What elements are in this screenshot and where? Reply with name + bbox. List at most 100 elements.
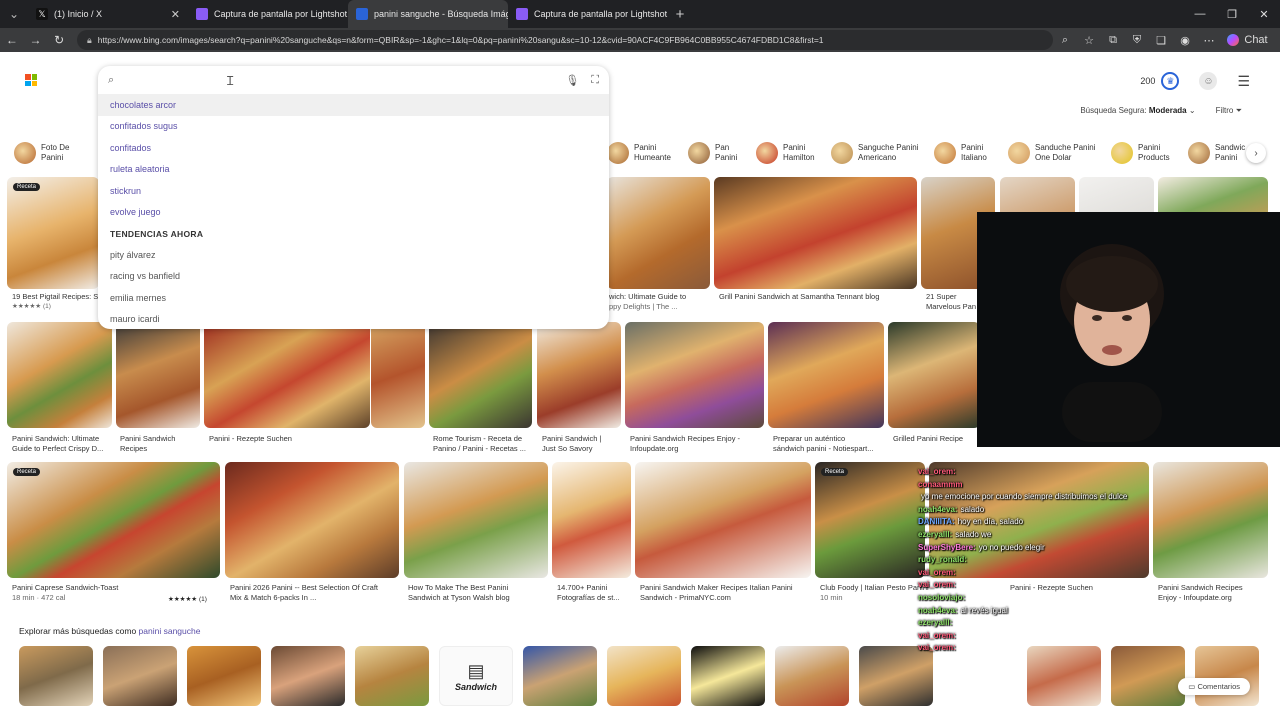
image-result[interactable] — [714, 177, 917, 289]
close-tab-icon[interactable]: ✕ — [171, 8, 180, 21]
tab-bing-images[interactable]: panini sanguche - Búsqueda Imág ✕ — [348, 0, 508, 28]
copilot-chat-button[interactable]: Chat — [1221, 34, 1280, 46]
filter-button[interactable]: Filtro ⏷ — [1216, 106, 1242, 116]
close-window-icon[interactable]: ✕ — [1248, 8, 1280, 21]
tab-actions-chevron-icon[interactable]: ⌄ — [0, 0, 28, 28]
back-icon[interactable]: ← — [0, 33, 24, 47]
image-result[interactable] — [537, 322, 621, 428]
image-result[interactable] — [635, 462, 811, 578]
image-caption[interactable]: Panini Sandwich | Just So Savory — [542, 434, 622, 453]
image-caption[interactable]: Panini Sandwich Recipes Enjoy - Infoupdat… — [1158, 583, 1268, 602]
image-result[interactable] — [768, 322, 884, 428]
image-result[interactable] — [116, 322, 200, 428]
reload-icon[interactable]: ↻ — [47, 33, 71, 47]
suggestion-item[interactable]: confitados — [98, 137, 609, 159]
explore-tile[interactable] — [691, 646, 765, 706]
image-caption[interactable]: Rome Tourism - Receta de Panino / Panini … — [433, 434, 533, 453]
image-result[interactable] — [552, 462, 631, 578]
image-caption[interactable]: Panini - Rezepte Suchen — [209, 434, 369, 444]
zoom-icon[interactable]: ⌕ — [1053, 34, 1077, 47]
suggestion-item[interactable]: chocolates arcor — [98, 94, 609, 116]
suggestion-item[interactable]: ruleta aleatoria — [98, 159, 609, 181]
related-search-pill[interactable]: Pan Panini — [688, 137, 737, 169]
explore-tile[interactable] — [523, 646, 597, 706]
image-caption[interactable]: Panini Sandwich Maker Recipes Italian Pa… — [640, 583, 812, 602]
safe-search-toggle[interactable]: Búsqueda Segura: Moderada ⌄ — [1080, 106, 1195, 116]
extensions-icon[interactable]: ⧉ — [1101, 34, 1125, 47]
explore-tile[interactable] — [607, 646, 681, 706]
url-field[interactable]: 🔒︎ https://www.bing.com/images/search?q=… — [76, 30, 1053, 50]
tab-lightshot-2[interactable]: Captura de pantalla por Lightshot ✕ — [508, 0, 668, 28]
explore-tile[interactable] — [271, 646, 345, 706]
account-icon[interactable]: ☺ — [1199, 72, 1218, 90]
image-caption[interactable]: Grilled Panini Recipe — [893, 434, 978, 444]
image-caption[interactable]: Panini Sandwich Recipes — [120, 434, 200, 453]
forward-icon[interactable]: → — [24, 33, 48, 47]
new-tab-icon[interactable]: + — [668, 6, 692, 23]
feedback-button[interactable]: ▭ Comentarios — [1178, 678, 1250, 695]
image-caption[interactable]: 14.700+ Panini Fotografías de st... — [557, 583, 632, 602]
image-result[interactable]: Receta — [7, 177, 99, 289]
microphone-icon[interactable]: 🎙︎ — [565, 74, 579, 87]
image-result[interactable] — [888, 322, 980, 428]
trending-item[interactable]: racing vs banfield — [98, 266, 609, 288]
image-result[interactable] — [607, 177, 710, 289]
collections-icon[interactable]: ❏ — [1149, 34, 1173, 47]
search-input[interactable] — [128, 72, 548, 88]
image-result[interactable] — [225, 462, 399, 578]
related-search-pill[interactable]: Panini Italiano — [934, 137, 987, 169]
image-caption[interactable]: Club Foody | Italian Pesto Panini 10 min — [820, 583, 930, 602]
maximize-icon[interactable]: ❐ — [1216, 8, 1248, 21]
image-result[interactable]: Receta — [7, 462, 220, 578]
microsoft-logo[interactable] — [25, 74, 37, 86]
profile-icon[interactable]: ◉ — [1173, 34, 1197, 47]
tab-lightshot-1[interactable]: Captura de pantalla por Lightshot ✕ — [188, 0, 348, 28]
minimize-icon[interactable]: — — [1184, 8, 1216, 20]
image-caption[interactable]: 19 Best Pigtail Recipes: S ★★★★★ (1) — [12, 292, 100, 311]
image-result[interactable] — [429, 322, 532, 428]
image-result[interactable]: Receta — [815, 462, 925, 578]
image-result[interactable] — [404, 462, 548, 578]
pills-next-arrow-icon[interactable]: › — [1246, 143, 1266, 163]
close-tab-icon[interactable]: ✕ — [667, 8, 668, 21]
trending-item[interactable]: pity álvarez — [98, 244, 609, 266]
explore-tile[interactable] — [19, 646, 93, 706]
related-search-pill[interactable]: Sanguche Panini Americano — [831, 137, 919, 169]
explore-tile[interactable] — [103, 646, 177, 706]
image-caption[interactable]: Panini 2026 Panini -- Best Selection Of … — [230, 583, 400, 602]
image-caption[interactable]: Grill Panini Sandwich at Samantha Tennan… — [719, 292, 914, 302]
image-caption[interactable]: How To Make The Best Panini Sandwich at T… — [408, 583, 548, 602]
visual-search-icon[interactable]: ⛶ — [591, 74, 599, 87]
image-result[interactable] — [1153, 462, 1268, 578]
related-search-pill[interactable]: Sandwic Panini — [1188, 137, 1245, 169]
related-search-pill[interactable]: Panini Humeante — [607, 137, 671, 169]
image-caption[interactable]: Preparar un auténtico sándwich panini - N… — [773, 434, 885, 453]
trending-item[interactable]: emilia mernes — [98, 287, 609, 309]
image-result[interactable] — [7, 322, 112, 428]
explore-tile[interactable] — [355, 646, 429, 706]
trending-item[interactable]: mauro icardi — [98, 309, 609, 331]
image-result[interactable] — [371, 322, 425, 428]
image-caption[interactable]: Panini Sandwich Recipes Enjoy - Infoupdat… — [630, 434, 765, 453]
hamburger-menu-icon[interactable]: ☰ — [1237, 73, 1250, 90]
related-search-pill[interactable]: Panini Products — [1111, 137, 1170, 169]
image-caption[interactable]: Panini Sandwich: Ultimate Guide to Perfec… — [12, 434, 112, 453]
tab-x-home[interactable]: 𝕏 (1) Inicio / X ✕ — [28, 0, 188, 28]
image-result[interactable] — [625, 322, 764, 428]
related-search-pill[interactable]: Sanduche Panini One Dolar — [1008, 137, 1096, 169]
explore-tile[interactable] — [187, 646, 261, 706]
shield-icon[interactable]: ⛨ — [1125, 34, 1149, 47]
suggestion-item[interactable]: evolve juego — [98, 202, 609, 224]
explore-tile[interactable]: ▤ Sandwich — [439, 646, 513, 706]
suggestion-item[interactable]: stickrun — [98, 180, 609, 202]
suggestion-item[interactable]: confitados sugus — [98, 116, 609, 138]
image-caption[interactable]: wich: Ultimate Guide to ppy Delights | Th… — [609, 292, 709, 311]
explore-tile[interactable] — [775, 646, 849, 706]
rewards-trophy-icon[interactable]: ♛ — [1161, 72, 1180, 90]
image-result[interactable] — [204, 322, 370, 428]
related-search-pill[interactable]: Foto De Panini — [14, 137, 69, 169]
favorite-star-icon[interactable]: ☆ — [1077, 34, 1101, 47]
related-search-pill[interactable]: Panini Hamilton — [756, 137, 815, 169]
explore-tile[interactable] — [1195, 646, 1259, 706]
more-icon[interactable]: ⋯ — [1197, 34, 1221, 47]
